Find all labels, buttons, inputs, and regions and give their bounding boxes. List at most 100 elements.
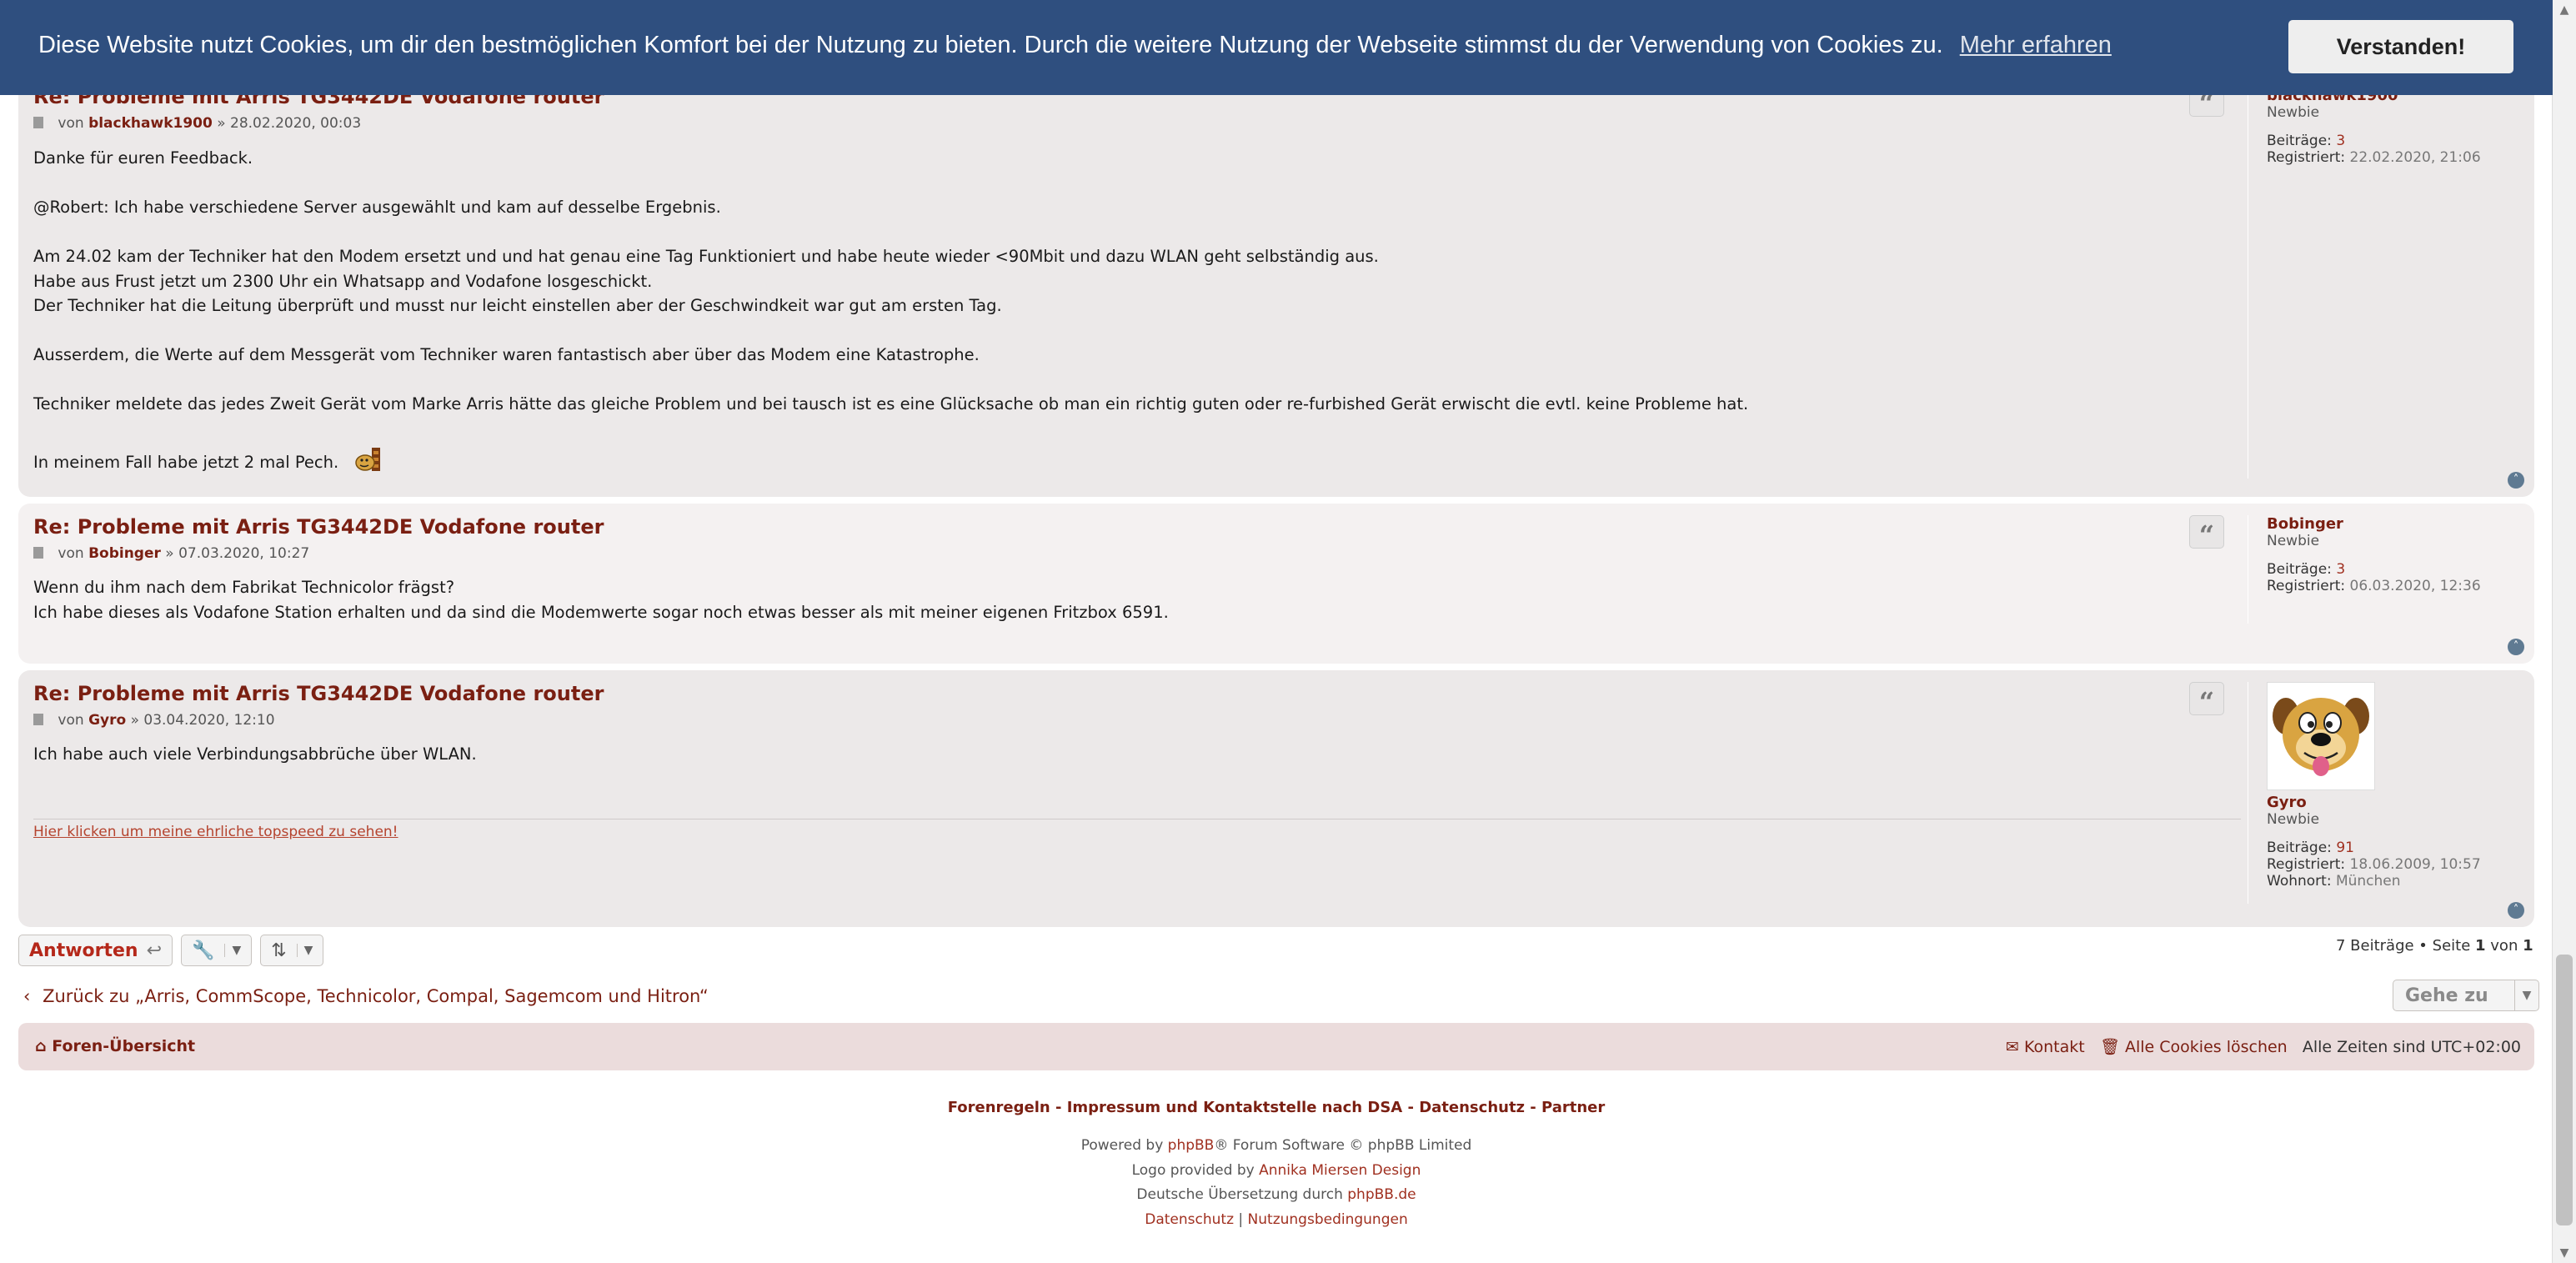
post-line	[33, 368, 2243, 393]
translation-link[interactable]: phpBB.de	[1347, 1186, 1416, 1203]
logo-pre: Logo provided by	[1131, 1161, 1255, 1179]
back-link[interactable]: ‹ Zurück zu „Arris, CommScope, Technicol…	[23, 986, 709, 1006]
sort-dropdown[interactable]: ⇅ ▼	[260, 935, 324, 966]
legal-links: Datenschutz | Nutzungsbedingungen	[0, 1208, 2553, 1233]
jump-to-dropdown[interactable]: Gehe zu ▼	[2393, 980, 2539, 1011]
profile-posts-value[interactable]: 3	[2336, 133, 2345, 149]
post-line: Techniker meldete das jedes Zweit Gerät …	[33, 394, 1749, 413]
scroll-up-icon[interactable]: ▲	[2553, 0, 2576, 20]
translation-pre: Deutsche Übersetzung durch	[1136, 1186, 1343, 1203]
scrollbar-thumb[interactable]	[2556, 955, 2573, 1225]
envelope-icon: ✉	[2005, 1038, 2019, 1056]
quote-icon: “	[2198, 519, 2215, 551]
profile-registered-value: 18.06.2009, 10:57	[2349, 856, 2481, 873]
translation-credit: Deutsche Übersetzung durch phpBB.de	[0, 1183, 2553, 1208]
post-line: Ich habe dieses als Vodafone Station erh…	[33, 602, 1169, 622]
back-link-label: Zurück zu „Arris, CommScope, Technicolor…	[43, 986, 709, 1006]
quote-button[interactable]: “	[2189, 682, 2224, 718]
post-title[interactable]: Re: Probleme mit Arris TG3442DE Vodafone…	[33, 682, 604, 705]
phpbb-link[interactable]: phpBB	[1168, 1137, 1215, 1154]
profile-registered-label: Registriert:	[2267, 856, 2346, 873]
profile-posts: Beiträge: 3	[2267, 561, 2542, 578]
contact-link[interactable]: ✉ Kontakt	[2006, 1038, 2085, 1056]
page: Diese Website nutzt Cookies, um dir den …	[0, 0, 2553, 1263]
profile-rank: Newbie	[2267, 533, 2320, 549]
post-line	[33, 417, 2243, 442]
pagination-of: von	[2490, 937, 2518, 955]
copyright-block: Powered by phpBB® Forum Software © phpBB…	[0, 1134, 2553, 1232]
back-to-top-icon[interactable]: ˄	[2508, 902, 2524, 919]
wrench-icon: 🔧	[192, 940, 215, 961]
pagination-count: 7 Beiträge • Seite	[2336, 937, 2471, 955]
post-author[interactable]: Bobinger	[88, 545, 161, 562]
profile-location: Wohnort: München	[2267, 873, 2542, 890]
action-bar: Antworten ↩ 🔧 ▼ ⇅ ▼	[18, 935, 324, 966]
cookie-more-link[interactable]: Mehr erfahren	[1960, 32, 2112, 58]
avatar-image	[2273, 698, 2369, 776]
delete-cookies-link[interactable]: 🗑 Alle Cookies löschen	[2100, 1038, 2288, 1056]
post-line: Wenn du ihm nach dem Fabrikat Technicolo…	[33, 578, 455, 597]
post-content: Danke für euren Feedback. @Robert: Ich h…	[33, 146, 2243, 480]
profile-registered: Registriert: 18.06.2009, 10:57	[2267, 856, 2542, 873]
post-content: Wenn du ihm nach dem Fabrikat Technicolo…	[33, 575, 2243, 624]
home-icon: ⌂	[35, 1037, 47, 1055]
delete-cookies-label: Alle Cookies löschen	[2124, 1038, 2288, 1056]
tools-dropdown[interactable]: 🔧 ▼	[181, 935, 253, 966]
reply-button[interactable]: Antworten ↩	[18, 935, 173, 966]
home-label: Foren-Übersicht	[52, 1037, 196, 1055]
pagination: 7 Beiträge • Seite 1 von 1	[2336, 937, 2533, 955]
cookie-accept-button[interactable]: Verstanden!	[2288, 20, 2513, 73]
post-by: von	[58, 115, 84, 132]
post-line: Danke für euren Feedback.	[33, 148, 253, 168]
footer-links[interactable]: Forenregeln - Impressum und Kontaktstell…	[0, 1099, 2553, 1116]
scrollbar[interactable]: ▲ ▼	[2552, 0, 2576, 1263]
post-line	[33, 220, 2243, 245]
profile-posts-value[interactable]: 91	[2336, 839, 2354, 856]
post-line: Ausserdem, die Werte auf dem Messgerät v…	[33, 345, 980, 364]
logo-credit: Logo provided by Annika Miersen Design	[0, 1159, 2553, 1184]
post-last-line-wrap: In meinem Fall habe jetzt 2 mal Pech.	[33, 446, 2243, 480]
profile-username[interactable]: Bobinger	[2267, 515, 2542, 533]
post-1: Re: Probleme mit Arris TG3442DE Vodafone…	[18, 58, 2534, 497]
powered-pre: Powered by	[1080, 1137, 1164, 1154]
scroll-down-icon[interactable]: ▼	[2553, 1243, 2576, 1263]
quote-button[interactable]: “	[2189, 515, 2224, 551]
post-line: Habe aus Frust jetzt um 2300 Uhr ein Wha…	[33, 271, 653, 291]
file-icon	[33, 714, 43, 725]
profile-username[interactable]: Gyro	[2267, 794, 2542, 811]
quote-icon: “	[2198, 686, 2215, 718]
reply-arrow-icon: ↩	[146, 940, 163, 961]
post-line: Der Techniker hat die Leitung überprüft …	[33, 296, 1002, 315]
terms-link[interactable]: Nutzungsbedingungen	[1248, 1211, 1408, 1228]
profile-registered-label: Registriert:	[2267, 149, 2346, 166]
privacy-link[interactable]: Datenschutz	[1145, 1211, 1234, 1228]
profile-registered: Registriert: 22.02.2020, 21:06	[2267, 149, 2542, 166]
signature-link[interactable]: Hier klicken um meine ehrliche topspeed …	[33, 824, 398, 840]
timezone-text: Alle Zeiten sind UTC+02:00	[2302, 1038, 2521, 1056]
file-icon	[33, 117, 43, 128]
avatar[interactable]	[2267, 682, 2375, 790]
back-to-top-icon[interactable]: ˄	[2508, 639, 2524, 655]
home-link[interactable]: ⌂ Foren-Übersicht	[35, 1037, 195, 1055]
file-icon	[33, 547, 43, 559]
cookie-message-wrap: Diese Website nutzt Cookies, um dir den …	[38, 32, 2112, 59]
post-author[interactable]: Gyro	[88, 712, 126, 729]
profile-rank: Newbie	[2267, 104, 2320, 121]
post-by: von	[58, 545, 84, 562]
post-author[interactable]: blackhawk1900	[88, 115, 213, 132]
post-line	[33, 318, 2243, 343]
profile-posts-label: Beiträge:	[2267, 133, 2332, 149]
post-last-line: In meinem Fall habe jetzt 2 mal Pech.	[33, 453, 339, 472]
post-title[interactable]: Re: Probleme mit Arris TG3442DE Vodafone…	[33, 515, 604, 539]
post-date: » 07.03.2020, 10:27	[165, 545, 310, 562]
profile-location-label: Wohnort:	[2267, 873, 2332, 890]
post-line	[33, 171, 2243, 196]
profile-posts-value[interactable]: 3	[2336, 561, 2345, 578]
cookie-message: Diese Website nutzt Cookies, um dir den …	[38, 32, 1943, 58]
back-to-top-icon[interactable]: ˄	[2508, 472, 2524, 489]
post-line: Ich habe auch viele Verbindungsabbrüche …	[33, 744, 477, 764]
powered-by: Powered by phpBB® Forum Software © phpBB…	[0, 1134, 2553, 1159]
legal-separator: |	[1238, 1210, 1244, 1228]
profile-location-value: München	[2335, 873, 2401, 890]
logo-author-link[interactable]: Annika Miersen Design	[1259, 1162, 1421, 1179]
